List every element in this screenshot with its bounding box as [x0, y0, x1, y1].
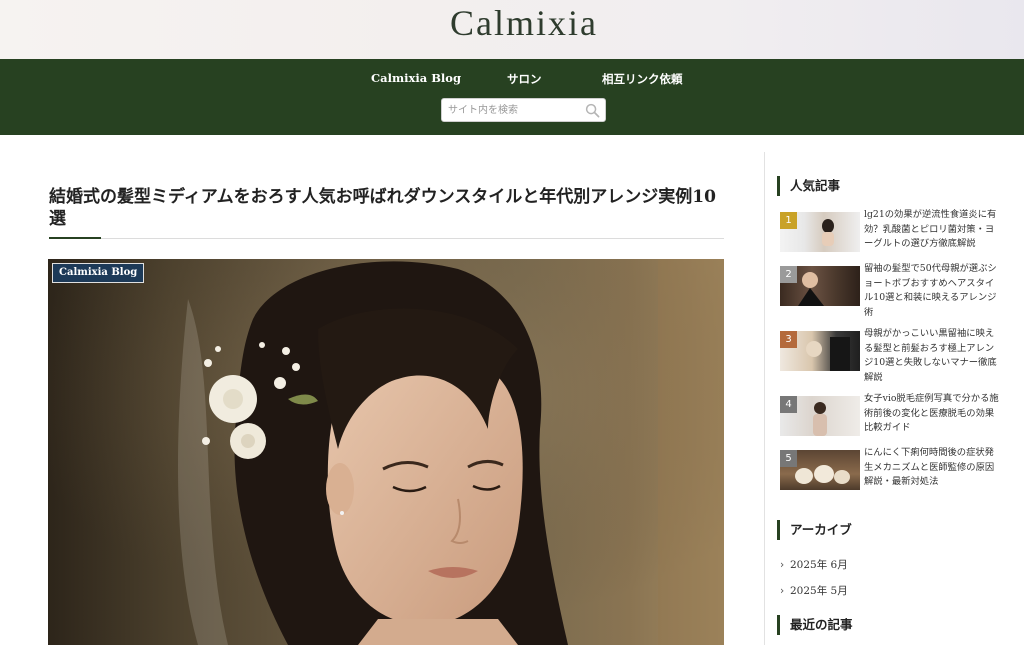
- rank-badge: 5: [780, 450, 797, 467]
- nav-item-blog[interactable]: Calmixia Blog: [371, 71, 461, 85]
- search-input[interactable]: [448, 102, 578, 118]
- rank-badge: 4: [780, 396, 797, 413]
- recent-widget-title: 最近の記事: [777, 615, 853, 635]
- archive-widget-title: アーカイブ: [777, 520, 852, 540]
- sidebar-divider: [764, 152, 765, 645]
- popular-item-title[interactable]: 留袖の髪型で50代母親が選ぶショートボブおすすめヘアスタイル10選と和装に映える…: [864, 262, 999, 320]
- global-nav: Calmixia Blog サロン 相互リンク依頼: [0, 59, 1024, 135]
- category-badge[interactable]: Calmixia Blog: [52, 263, 145, 283]
- article-title: 結婚式の髪型ミディアムをおろす人気お呼ばれダウンスタイルと年代別アレンジ実例10…: [49, 187, 716, 229]
- hero-image: [48, 259, 724, 645]
- bride-photo: [48, 259, 724, 645]
- popular-item[interactable]: 5 にんにく下痢何時間後の症状発生メカニズムと医師監修の原因解説・最新対処法: [780, 447, 1020, 494]
- popular-item[interactable]: 3 母親がかっこいい黒留袖に映える髪型と前髪おろす極上アレンジ10選と失敗しない…: [780, 328, 1020, 383]
- popular-item-title[interactable]: 母親がかっこいい黒留袖に映える髪型と前髪おろす極上アレンジ10選と失敗しないマナ…: [864, 327, 999, 385]
- rank-badge: 2: [780, 266, 797, 283]
- rank-badge: 1: [780, 212, 797, 229]
- popular-item[interactable]: 2 留袖の髪型で50代母親が選ぶショートボブおすすめヘアスタイル10選と和装に映…: [780, 263, 1020, 318]
- title-divider-accent: [49, 237, 101, 239]
- search-box: [441, 98, 606, 122]
- archive-label[interactable]: 2025年 6月: [790, 559, 848, 571]
- archive-item[interactable]: › 2025年 6月: [780, 557, 848, 572]
- chevron-right-icon: ›: [780, 559, 785, 571]
- site-logo[interactable]: Calmixia: [0, 2, 1024, 44]
- popular-widget-title: 人気記事: [777, 176, 840, 196]
- archive-item[interactable]: › 2025年 5月: [780, 583, 848, 598]
- nav-item-salon[interactable]: サロン: [507, 71, 542, 87]
- archive-label[interactable]: 2025年 5月: [790, 585, 848, 597]
- title-divider: [49, 238, 724, 239]
- nav-item-link-request[interactable]: 相互リンク依頼: [602, 71, 683, 87]
- popular-item[interactable]: 4 女子vio脱毛症例写真で分かる施術前後の変化と医療脱毛の効果比較ガイド: [780, 393, 1020, 440]
- rank-badge: 3: [780, 331, 797, 348]
- popular-item-title[interactable]: 女子vio脱毛症例写真で分かる施術前後の変化と医療脱毛の効果比較ガイド: [864, 392, 999, 436]
- chevron-right-icon: ›: [780, 585, 785, 597]
- popular-item-title[interactable]: にんにく下痢何時間後の症状発生メカニズムと医師監修の原因解説・最新対処法: [864, 446, 999, 490]
- search-icon[interactable]: [585, 103, 600, 118]
- popular-item[interactable]: 1 lg21の効果が逆流性食道炎に有効？乳酸菌とピロリ菌対策・ヨーグルトの選び方…: [780, 209, 1020, 256]
- popular-item-title[interactable]: lg21の効果が逆流性食道炎に有効？乳酸菌とピロリ菌対策・ヨーグルトの選び方徹底…: [864, 208, 999, 252]
- site-header: Calmixia: [0, 0, 1024, 59]
